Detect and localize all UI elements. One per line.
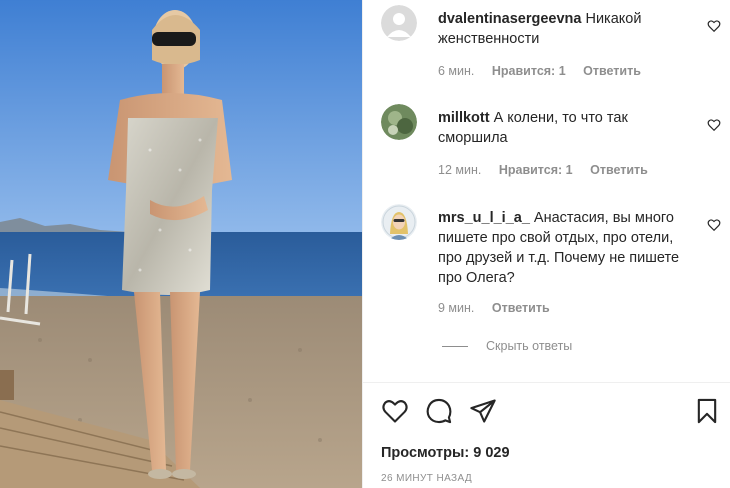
comment-item: dvalentinasergeevna Никакой женственности…	[381, 5, 721, 95]
comment-meta: 12 мин. Нравится: 1 Ответить	[438, 163, 662, 177]
small-heart-icon[interactable]	[707, 218, 721, 232]
replies-line	[442, 345, 468, 347]
avatar[interactable]	[381, 204, 417, 240]
divider	[363, 382, 730, 383]
comment-likes[interactable]: Нравится: 1	[492, 64, 566, 78]
comment-meta: 9 мин. Ответить	[438, 301, 564, 315]
reply-button[interactable]: Ответить	[590, 163, 648, 177]
comment-text-block: mrs_u_l_i_a_ Анастасия, вы много пишете п…	[438, 208, 698, 288]
comment-text-block: millkott А колени, то что так сморшила	[438, 108, 698, 148]
view-count[interactable]: Просмотры: 9 029	[381, 445, 510, 461]
comments-panel: dvalentinasergeevna Никакой женственности…	[362, 0, 730, 488]
comment-icon[interactable]	[425, 397, 453, 425]
comment-time[interactable]: 6 мин.	[438, 64, 474, 78]
comment-username[interactable]: millkott	[438, 110, 490, 126]
hide-replies-label: Скрыть ответы	[486, 339, 573, 353]
beach-photo-image	[0, 0, 362, 488]
comment-meta: 6 мин. Нравится: 1 Ответить	[438, 64, 655, 78]
bookmark-icon[interactable]	[693, 397, 721, 425]
heart-icon[interactable]	[381, 397, 409, 425]
hide-replies-button[interactable]: Скрыть ответы	[442, 339, 572, 353]
small-heart-icon[interactable]	[707, 118, 721, 132]
reply-button[interactable]: Ответить	[583, 64, 641, 78]
comment-username[interactable]: dvalentinasergeevna	[438, 11, 581, 27]
comment-username[interactable]: mrs_u_l_i_a_	[438, 210, 530, 226]
small-heart-icon[interactable]	[707, 19, 721, 33]
post-photo	[0, 0, 362, 488]
comment-text-block: dvalentinasergeevna Никакой женственности	[438, 9, 698, 49]
comment-item: mrs_u_l_i_a_ Анастасия, вы много пишете п…	[381, 204, 721, 324]
action-bar	[381, 397, 721, 427]
comment-likes[interactable]: Нравится: 1	[499, 163, 573, 177]
comment-time[interactable]: 9 мин.	[438, 301, 474, 315]
comment-time[interactable]: 12 мин.	[438, 163, 481, 177]
reply-button[interactable]: Ответить	[492, 301, 550, 315]
avatar[interactable]	[381, 5, 417, 41]
default-avatar-icon	[381, 5, 417, 41]
avatar[interactable]	[381, 104, 417, 140]
user-photo-avatar	[381, 104, 417, 140]
share-icon[interactable]	[469, 397, 497, 425]
comment-item: millkott А колени, то что так сморшила 12…	[381, 104, 721, 194]
post-timestamp[interactable]: 26 минут назад	[381, 473, 472, 484]
user-photo-avatar	[381, 204, 417, 240]
